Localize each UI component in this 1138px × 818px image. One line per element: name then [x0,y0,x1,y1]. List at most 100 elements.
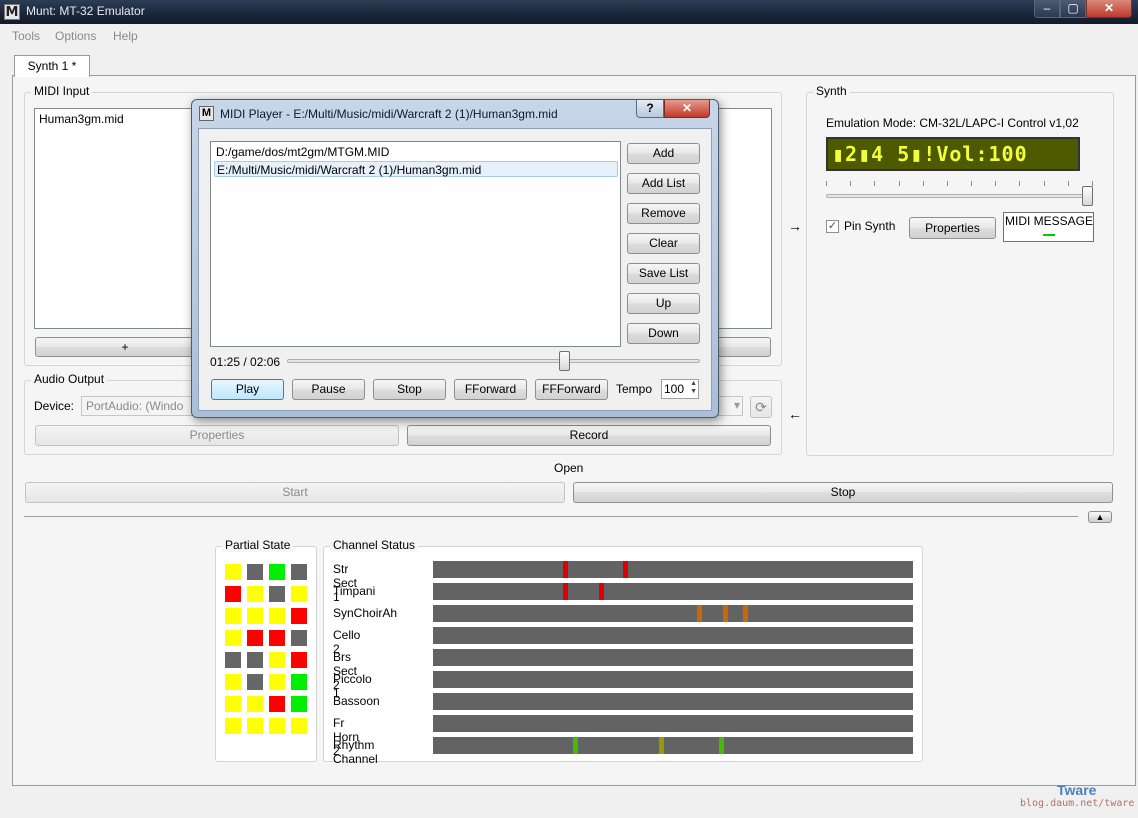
maximize-button[interactable]: ▢ [1060,0,1086,18]
tick-mark [850,181,851,186]
menu-help[interactable]: Help [113,29,138,43]
partial-cell [269,674,285,690]
partial-cell [247,608,263,624]
tempo-value: 100 [664,382,685,396]
tick-mark [995,181,996,186]
start-button[interactable]: Start [25,482,565,503]
menu-bar: Tools Options Help [0,24,1138,46]
lcd-display: ▮2▮4 5▮!Vol:100 [826,137,1080,171]
playlist-item-selected[interactable]: E:/Multi/Music/midi/Warcraft 2 (1)/Human… [214,161,618,177]
minimize-button[interactable]: – [1034,0,1060,18]
channel-bar [433,583,913,600]
add-list-button[interactable]: Add List [627,173,700,194]
tick-mark [947,181,948,186]
note-marker [659,737,664,754]
partial-state-title: Partial State [222,538,294,552]
save-list-button[interactable]: Save List [627,263,700,284]
channel-bar [433,561,913,578]
close-button[interactable]: ✕ [1086,0,1132,18]
channel-label: Bassoon [333,694,380,708]
partial-cell [247,652,263,668]
refresh-icon[interactable]: ⟳ [750,396,772,418]
tick-mark [1044,181,1045,186]
audio-properties-button[interactable]: Properties [35,425,399,446]
playlist-item[interactable]: D:/game/dos/mt2gm/MTGM.MID [214,144,618,160]
partial-cell [225,608,241,624]
title-bar[interactable]: M Munt: MT-32 Emulator [0,0,1138,24]
stop-button[interactable]: Stop [573,482,1113,503]
channel-bar [433,671,913,688]
clear-button[interactable]: Clear [627,233,700,254]
ffforward-button[interactable]: FFForward [535,379,608,400]
watermark-url: blog.daum.net/tware [1020,798,1135,809]
partial-cell [269,718,285,734]
tempo-spinbox[interactable]: 100 ▲ ▼ [661,379,699,399]
dialog-close-button[interactable]: ✕ [664,100,710,118]
note-marker [743,605,748,622]
partial-cell [225,586,241,602]
note-marker [623,561,628,578]
up-button[interactable]: Up [627,293,700,314]
pause-button[interactable]: Pause [292,379,365,400]
note-marker [563,583,568,600]
channel-bar [433,627,913,644]
partial-cell [225,652,241,668]
fforward-button[interactable]: FForward [454,379,527,400]
tick-mark [826,181,827,186]
synth-properties-button[interactable]: Properties [909,217,996,239]
channel-status-title: Channel Status [330,538,419,552]
partial-cell [247,696,263,712]
note-marker [697,605,702,622]
lcd-text: ▮2▮4 5▮!Vol:100 [832,142,1028,166]
channel-label: Rhythm Channel [333,738,378,766]
audio-output-title: Audio Output [31,372,108,386]
spin-arrows-icon[interactable]: ▲ ▼ [690,380,697,396]
position-label: 01:25 / 02:06 [210,355,281,369]
partial-cell [225,564,241,580]
partial-cell [247,586,263,602]
divider [24,516,1078,517]
menu-options[interactable]: Options [55,29,96,43]
playlist[interactable]: D:/game/dos/mt2gm/MTGM.MID E:/Multi/Musi… [210,141,621,347]
partial-cell [269,608,285,624]
channel-label: Timpani [333,584,376,598]
master-volume-slider[interactable] [1082,186,1093,206]
seek-track [287,359,700,363]
partial-cell [269,652,285,668]
seek-slider[interactable] [559,351,570,371]
window-title: Munt: MT-32 Emulator [26,4,145,18]
midi-activity-led [1043,234,1055,236]
tab-synth-1[interactable]: Synth 1 * [14,55,90,77]
add-midi-input-button[interactable]: + [35,337,215,357]
arrow-right-icon: → [788,218,802,234]
triangle-up-icon[interactable]: ▲ [1088,511,1112,523]
partial-cell [225,674,241,690]
arrow-left-icon: ← [788,406,802,422]
play-button[interactable]: Play [211,379,284,400]
open-label: Open [554,461,584,475]
stop-playback-button[interactable]: Stop [373,379,446,400]
down-button[interactable]: Down [627,323,700,344]
partial-cell [269,696,285,712]
remove-button[interactable]: Remove [627,203,700,224]
partial-cell [247,718,263,734]
add-button[interactable]: Add [627,143,700,164]
partial-cell [225,696,241,712]
partial-cell [225,630,241,646]
partial-cell [291,564,307,580]
tick-mark [874,181,875,186]
midi-message-label: MIDI MESSAGE [1005,214,1094,228]
tick-mark [923,181,924,186]
tempo-label: Tempo [616,382,653,396]
partial-cell [291,718,307,734]
pin-synth-checkbox[interactable]: ✓ [826,220,839,233]
device-label: Device: [34,399,75,413]
record-button[interactable]: Record [407,425,771,446]
partial-cell [291,586,307,602]
help-button[interactable]: ? [636,100,664,118]
list-item[interactable]: Human3gm.mid [39,112,124,126]
note-marker [563,561,568,578]
dialog-title: MIDI Player - E:/Multi/Music/midi/Warcra… [220,107,558,121]
menu-tools[interactable]: Tools [12,29,40,43]
midi-input-title: MIDI Input [31,84,93,98]
